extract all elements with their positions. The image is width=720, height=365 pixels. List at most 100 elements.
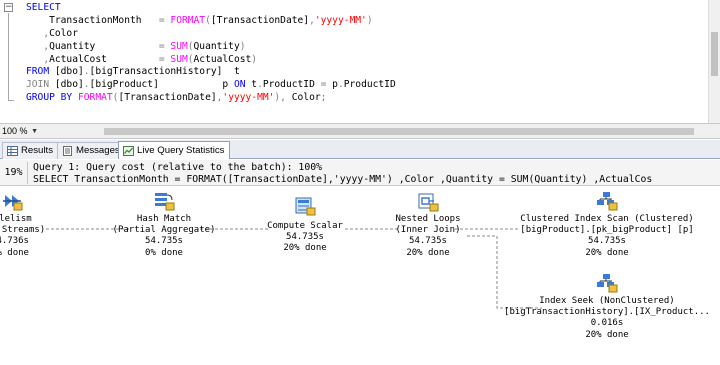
operator-index-seek[interactable]: Index Seek (NonClustered) [bigTransaction… — [504, 296, 710, 341]
code-token: GROUP BY — [26, 92, 73, 104]
operator-label-line: [bigProduct].[pk_bigProduct] [p] — [520, 225, 694, 236]
scrollbar-thumb[interactable] — [711, 32, 718, 76]
code-token: JOIN — [26, 79, 50, 91]
code-token: ), — [274, 92, 286, 104]
code-token: ON — [233, 79, 246, 91]
code-line[interactable]: FROM [dbo].[bigTransactionHistory] t — [26, 66, 396, 79]
operator-label-line: 54.735s — [409, 236, 447, 247]
tab-results[interactable]: Results — [2, 142, 59, 159]
hash-match-icon[interactable] — [153, 191, 175, 211]
operator-label-line: Hash Match — [136, 214, 192, 224]
code-token: SUM — [170, 53, 188, 65]
operator-label-line: 54.736s — [0, 236, 29, 247]
parallelism-icon[interactable] — [1, 191, 23, 211]
operator-compute-scalar[interactable]: Compute Scalar 54.735s 20% done — [267, 221, 343, 255]
code-token: TransactionMonth — [26, 14, 159, 26]
operator-label-line: Nested Loops — [395, 214, 461, 224]
operator-label-line: (Inner Join) — [395, 225, 461, 236]
code-token: Quantity — [193, 40, 240, 52]
code-token: Quantity — [49, 40, 159, 52]
operator-label-line: 0% done — [0, 247, 29, 258]
operator-label-line: 54.735s — [286, 232, 324, 243]
chevron-down-icon: ▼ — [31, 128, 38, 135]
code-line[interactable]: ,ActualCost = SUM(ActualCost) — [26, 54, 396, 67]
editor-vertical-scrollbar[interactable] — [708, 0, 720, 123]
code-token: ) — [251, 53, 258, 65]
tab-messages[interactable]: Messages — [57, 142, 126, 159]
query-cost-line: Query 1: Query cost (relative to the bat… — [33, 162, 323, 173]
compute-scalar-icon[interactable] — [294, 196, 316, 216]
tab-live-query-statistics[interactable]: Live Query Statistics — [118, 141, 231, 159]
live-stats-icon — [123, 145, 134, 156]
operator-label-line: Clustered Index Scan (Clustered) — [520, 214, 694, 224]
editor-horizontal-scrollbar[interactable] — [44, 127, 704, 136]
code-line[interactable]: GROUP BY FORMAT([TransactionDate],'yyyy-… — [26, 92, 396, 105]
zoom-select[interactable]: 100 % ▼ — [0, 125, 40, 138]
code-token: ; — [320, 92, 327, 104]
code-line[interactable]: ,Quantity = SUM(Quantity) — [26, 41, 396, 54]
operator-label-line: 20% done — [585, 247, 629, 258]
query-header: 19% Query 1: Query cost (relative to the… — [0, 160, 720, 186]
code-token: t — [245, 79, 258, 91]
operator-label-line: 20% done — [585, 329, 629, 340]
outline-end — [8, 100, 14, 101]
scrollbar-thumb[interactable] — [104, 128, 694, 135]
code-token: ) — [239, 40, 246, 52]
code-token: [TransactionDate] — [118, 92, 217, 104]
sql-code[interactable]: SELECT TransactionMonth = FORMAT([Transa… — [26, 2, 396, 105]
code-token: [dbo] — [49, 66, 84, 78]
code-token: ProductID — [343, 79, 396, 91]
query-editor[interactable]: − SELECT TransactionMonth = FORMAT([Tran… — [0, 0, 720, 124]
collapse-icon[interactable]: − — [4, 3, 13, 12]
nested-loops-icon[interactable] — [417, 192, 439, 212]
operator-label-line: [bigTransactionHistory].[IX_Product... — [504, 307, 710, 318]
operator-nested-loops[interactable]: Nested Loops (Inner Join) 54.735s 20% done — [395, 214, 460, 259]
code-line[interactable]: ,Color — [26, 28, 396, 41]
operator-label-line: allelism — [0, 214, 32, 224]
operator-label-line: Index Seek (NonClustered) — [539, 296, 675, 306]
execution-plan[interactable]: allelismsion Streams)54.736s0% done Hash… — [0, 187, 720, 365]
tab-label: Live Query Statistics — [137, 144, 225, 156]
tab-label: Messages — [76, 145, 120, 156]
code-token: FORMAT — [170, 14, 206, 26]
code-token: Color — [285, 92, 321, 104]
code-token: ) — [366, 14, 373, 26]
messages-icon — [63, 146, 72, 156]
operator-parallelism[interactable]: allelismsion Streams)54.736s0% done — [0, 214, 45, 259]
code-token: [bigTransactionHistory] t — [89, 66, 240, 78]
operator-label-line: 54.735s — [588, 236, 626, 247]
code-token: Color — [49, 27, 78, 39]
operator-clustered-index-scan[interactable]: Clustered Index Scan (Clustered) [bigProd… — [520, 214, 693, 259]
code-token: [dbo] — [49, 79, 84, 91]
code-token: ActualCost — [193, 53, 252, 65]
code-token: [TransactionDate] — [210, 14, 310, 26]
query-progress-percent: 19% — [0, 162, 28, 184]
code-token: p — [326, 79, 338, 91]
results-tab-strip: Results Messages Live Query Statistics — [0, 140, 720, 159]
query-text-line: SELECT TransactionMonth = FORMAT([Transa… — [33, 174, 653, 185]
index-seek-icon[interactable] — [596, 273, 618, 293]
code-line[interactable]: SELECT — [26, 2, 396, 15]
editor-zoom-bar: 100 % ▼ — [0, 124, 720, 139]
operator-label-line: (Partial Aggregate) — [112, 225, 216, 236]
outline-line — [8, 13, 9, 101]
code-token: 'yyyy-MM' — [314, 14, 367, 26]
code-token: ActualCost — [49, 53, 159, 65]
code-line[interactable]: JOIN [dbo].[bigProduct] p ON t.ProductID… — [26, 79, 396, 92]
operator-label-line: 0.016s — [590, 318, 624, 329]
code-token: SELECT — [26, 2, 61, 13]
code-line[interactable]: TransactionMonth = FORMAT([TransactionDa… — [26, 15, 396, 28]
operator-hash-match[interactable]: Hash Match (Partial Aggregate) 54.735s 0% d… — [113, 214, 216, 259]
code-token: [bigProduct] p — [89, 79, 234, 91]
code-token: ProductID — [262, 79, 321, 91]
operator-label-line: 0% done — [145, 247, 183, 258]
code-token: 'yyyy-MM' — [222, 92, 275, 104]
tab-label: Results — [21, 145, 53, 156]
clustered-index-scan-icon[interactable] — [596, 191, 618, 211]
code-token: SUM — [170, 40, 188, 52]
operator-label-line: 20% done — [283, 243, 327, 254]
zoom-value: 100 % — [2, 126, 28, 136]
